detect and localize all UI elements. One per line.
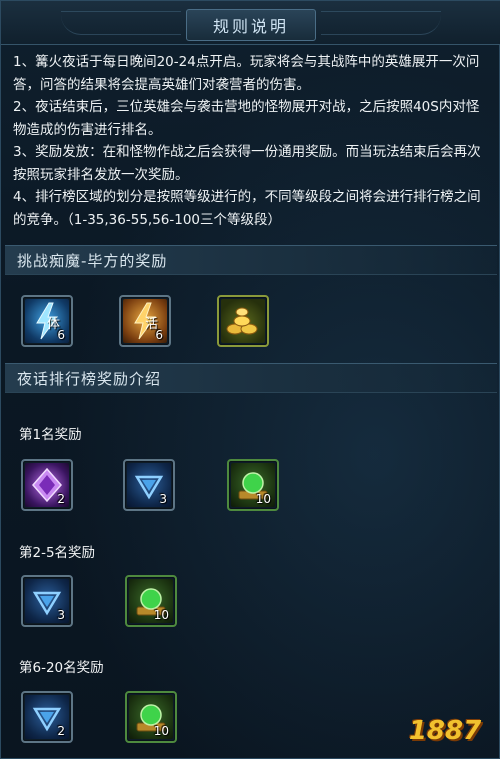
site-watermark-logo: 1887	[399, 708, 491, 754]
rules-panel: 规则说明 1、篝火夜话于每日晚间20-24点开启。玩家将会与其战阵中的英雄展开一…	[0, 0, 500, 759]
reward-item-blue-diamond[interactable]: 2	[21, 691, 73, 743]
item-count: 6	[57, 328, 65, 342]
item-count: 2	[57, 724, 65, 738]
title-ornament-right	[321, 11, 441, 35]
tier-1-label: 第1名奖励	[19, 427, 82, 443]
rule-2: 2、夜话结束后，三位英雄会与袭击营地的怪物展开对战，之后按照40S内对怪物造成的…	[13, 99, 480, 138]
rule-1: 1、篝火夜话于每日晚间20-24点开启。玩家将会与其战阵中的英雄展开一次问答，问…	[13, 54, 480, 93]
challenge-section-header: 挑战痴魔-毕方的奖励	[5, 245, 497, 275]
reward-item-blue-diamond[interactable]: 3	[123, 459, 175, 511]
reward-item-green-orb[interactable]: 10	[125, 691, 177, 743]
item-count: 2	[57, 492, 65, 506]
item-count: 6	[155, 328, 163, 342]
reward-item-vitality[interactable]: 活 6	[119, 295, 171, 347]
title-bar: 规则说明	[1, 1, 500, 45]
tier-2-label: 第2-5名奖励	[19, 545, 96, 561]
reward-item-gold[interactable]	[217, 295, 269, 347]
reward-item-stamina[interactable]: 体 6	[21, 295, 73, 347]
reward-item-blue-diamond[interactable]: 3	[21, 575, 73, 627]
rule-4: 4、排行榜区域的划分是按照等级进行的，不同等级段之间将会进行排行榜之间的竞争。（…	[13, 189, 481, 228]
gold-ingots-icon	[221, 299, 265, 343]
reward-item-green-orb[interactable]: 10	[227, 459, 279, 511]
title-plate: 规则说明	[186, 9, 316, 41]
rule-3: 3、奖励发放：在和怪物作战之后会获得一份通用奖励。而当玩法结束后会再次按照玩家排…	[13, 144, 481, 183]
ranking-section-title: 夜话排行榜奖励介绍	[17, 369, 162, 388]
tier-3-label: 第6-20名奖励	[19, 660, 104, 676]
item-count: 10	[153, 608, 169, 622]
reward-item-green-orb[interactable]: 10	[125, 575, 177, 627]
challenge-section-title: 挑战痴魔-毕方的奖励	[17, 251, 168, 270]
item-count: 3	[159, 492, 167, 506]
item-count: 10	[255, 492, 271, 506]
page-title: 规则说明	[212, 17, 289, 36]
item-count: 10	[153, 724, 169, 738]
item-count: 3	[57, 608, 65, 622]
watermark-text: 1887	[408, 716, 482, 746]
ranking-section-header: 夜话排行榜奖励介绍	[5, 363, 497, 393]
reward-item-purple-gem[interactable]: 2	[21, 459, 73, 511]
rules-text: 1、篝火夜话于每日晚间20-24点开启。玩家将会与其战阵中的英雄展开一次问答，问…	[13, 51, 491, 231]
title-ornament-left	[61, 11, 181, 35]
